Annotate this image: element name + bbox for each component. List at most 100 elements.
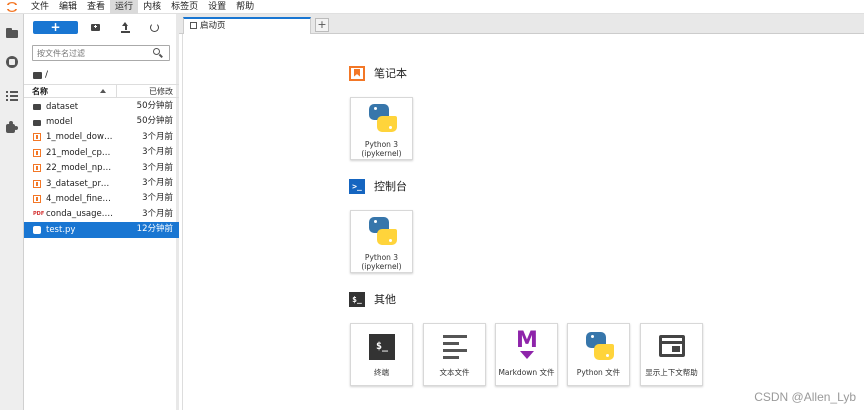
python-file-icon (33, 225, 41, 234)
python-file-card[interactable]: Python 文件 (567, 323, 630, 386)
file-modified: 3个月前 (142, 162, 173, 173)
content-divider (182, 34, 183, 410)
python-logo-icon (369, 104, 397, 132)
context-help-icon (659, 335, 685, 357)
search-icon (153, 48, 163, 58)
markdown-icon: M (515, 330, 539, 360)
running-sessions-icon[interactable] (6, 56, 19, 69)
console-section-title: 控制台 (374, 180, 407, 193)
file-name: test.py (46, 224, 76, 235)
home-folder-icon[interactable] (33, 71, 42, 79)
notebook-icon (33, 164, 41, 173)
markdown-file-card[interactable]: M Markdown 文件 (495, 323, 558, 386)
file-name: 4_model_fine_tu... (46, 194, 116, 205)
console-section-icon: >_ (349, 178, 365, 194)
tab-launcher[interactable]: 启动页 (183, 17, 311, 34)
jupyter-logo-icon (6, 1, 18, 13)
file-list-header: 名称 已修改 (24, 84, 179, 98)
sort-ascending-icon (100, 88, 106, 93)
search-placeholder: 按文件名过滤 (37, 49, 85, 58)
modified-column-header[interactable]: 已修改 (117, 86, 179, 97)
menu-settings[interactable]: 设置 (203, 0, 231, 14)
list-item[interactable]: 4_model_fine_tu... 3个月前 (24, 191, 179, 206)
launcher-tab-icon (190, 22, 197, 29)
tab-bar: 启动页 + (179, 14, 864, 34)
card-label: Markdown 文件 (498, 368, 555, 377)
file-name: 1_model_downl... (46, 132, 116, 143)
name-column-header[interactable]: 名称 (24, 84, 117, 98)
text-file-card[interactable]: 文本文件 (423, 323, 486, 386)
console-section-header: >_ 控制台 (349, 178, 407, 194)
menu-file[interactable]: 文件 (26, 0, 54, 14)
file-name: 3_dataset_prepa... (46, 178, 116, 189)
breadcrumb-path[interactable]: / (45, 70, 48, 80)
notebook-icon (33, 179, 41, 188)
menu-edit[interactable]: 编辑 (54, 0, 82, 14)
menu-kernel[interactable]: 内核 (138, 0, 166, 14)
folder-icon (33, 104, 41, 111)
file-name: 21_model_cpu_i... (46, 147, 116, 158)
other-section-header: $_ 其他 (349, 291, 396, 307)
file-filter-search[interactable]: 按文件名过滤 (32, 45, 170, 61)
terminal-card[interactable]: $_ 终端 (350, 323, 413, 386)
console-python3-card[interactable]: Python 3 (ipykernel) (350, 210, 413, 273)
list-item[interactable]: 1_model_downl... 3个月前 (24, 130, 179, 145)
list-item[interactable]: dataset 50分钟前 (24, 99, 179, 114)
card-label: 终端 (374, 368, 389, 377)
file-browser-panel: + 按文件名过滤 / 名称 已修改 dataset 50分钟前 model 50… (24, 14, 179, 410)
file-browser-toolbar: + (24, 14, 179, 42)
tab-launcher-label: 启动页 (200, 21, 226, 31)
card-label: Python 3 (ipykernel) (361, 253, 402, 271)
list-item[interactable]: 3_dataset_prepa... 3个月前 (24, 176, 179, 191)
menu-help[interactable]: 帮助 (231, 0, 259, 14)
card-label: 文本文件 (439, 368, 470, 377)
menu-run[interactable]: 运行 (110, 0, 139, 14)
menu-bar: 文件 编辑 查看 运行 内核 标签页 设置 帮助 (0, 0, 864, 14)
upload-icon[interactable] (120, 22, 131, 33)
notebook-icon (33, 195, 41, 204)
notebook-icon (33, 148, 41, 157)
notebook-section-icon (349, 65, 365, 81)
terminal-icon: $_ (369, 334, 395, 360)
new-folder-icon[interactable] (90, 22, 101, 33)
file-modified: 3个月前 (142, 177, 173, 188)
file-modified: 3个月前 (142, 147, 173, 158)
refresh-icon[interactable] (149, 22, 160, 33)
file-browser-icon[interactable] (6, 27, 19, 40)
file-modified: 50分钟前 (136, 116, 173, 127)
file-list: dataset 50分钟前 model 50分钟前 1_model_downl.… (24, 99, 179, 238)
file-modified: 3个月前 (142, 193, 173, 204)
other-section-title: 其他 (374, 293, 396, 306)
main-area: 启动页 + 笔记本 Python 3 (ipykernel) >_ 控制台 Py… (179, 14, 864, 410)
file-modified: 50分钟前 (136, 101, 173, 111)
notebook-python3-card[interactable]: Python 3 (ipykernel) (350, 97, 413, 160)
other-section-icon: $_ (349, 291, 365, 307)
list-item[interactable]: 22_model_npu_i... 3个月前 (24, 161, 179, 176)
notebook-icon (33, 133, 41, 142)
notebook-section-title: 笔记本 (374, 67, 407, 80)
file-name: model (46, 117, 73, 128)
list-item[interactable]: test.py 12分钟前 (24, 222, 179, 238)
list-item[interactable]: 21_model_cpu_i... 3个月前 (24, 145, 179, 160)
list-item[interactable]: PDF conda_usage.pdf 3个月前 (24, 207, 179, 222)
new-launcher-button[interactable]: + (33, 21, 78, 34)
notebook-section-header: 笔记本 (349, 65, 407, 81)
card-label: Python 文件 (576, 368, 621, 377)
file-name: 22_model_npu_i... (46, 163, 116, 174)
file-modified: 3个月前 (142, 131, 173, 142)
extensions-icon[interactable] (6, 121, 19, 134)
card-label: 显示上下文帮助 (645, 368, 698, 377)
list-item[interactable]: model 50分钟前 (24, 114, 179, 129)
menu-view[interactable]: 查看 (82, 0, 110, 14)
breadcrumb: / (33, 69, 48, 81)
pdf-icon: PDF (33, 211, 45, 218)
table-of-contents-icon[interactable] (6, 89, 19, 102)
file-name: conda_usage.pdf (46, 209, 116, 220)
add-tab-button[interactable]: + (315, 18, 329, 32)
menu-tabs[interactable]: 标签页 (166, 0, 203, 14)
card-label: Python 3 (ipykernel) (361, 140, 402, 158)
context-help-card[interactable]: 显示上下文帮助 (640, 323, 703, 386)
python-logo-icon (369, 217, 397, 245)
file-modified: 12分钟前 (136, 224, 173, 235)
folder-icon (33, 119, 41, 126)
